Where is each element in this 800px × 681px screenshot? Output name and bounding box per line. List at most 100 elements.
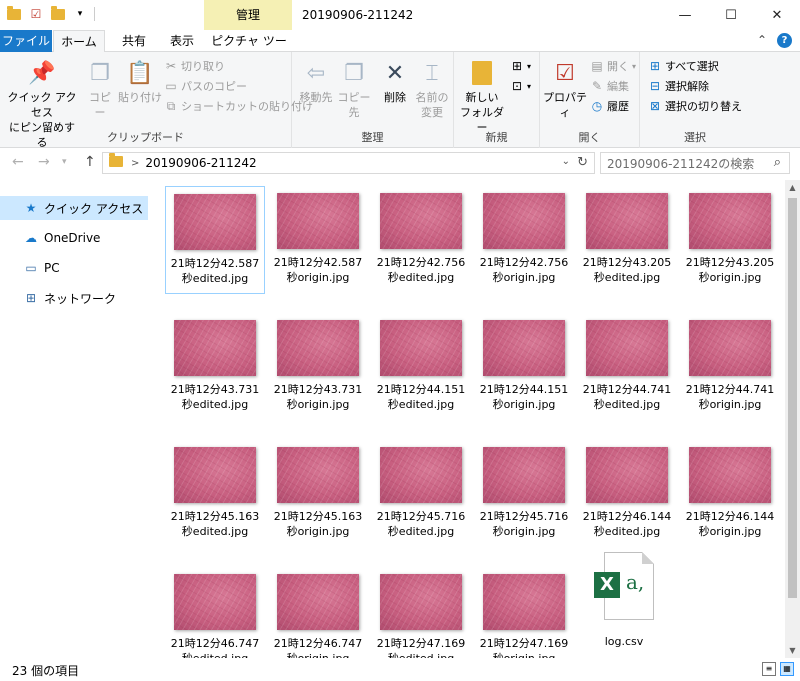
cut-button[interactable]: ✂ 切り取り: [164, 57, 225, 76]
search-input[interactable]: 20190906-211242の検索 ⌕: [600, 152, 790, 174]
search-icon[interactable]: ⌕: [774, 155, 781, 170]
file-item[interactable]: 21時12分47.169秒edited.jpg: [371, 567, 471, 658]
large-icons-view-icon[interactable]: ▦: [780, 662, 794, 676]
file-name-line: 21時12分47.169: [479, 637, 569, 650]
customize-dropdown-icon[interactable]: ▾: [72, 6, 88, 22]
refresh-icon[interactable]: ↻: [577, 155, 588, 170]
scrollbar-thumb[interactable]: [788, 198, 797, 598]
file-item[interactable]: 21時12分43.731 秒edited.jpg: [165, 313, 265, 421]
nav-item-network[interactable]: ⊞ ネットワーク: [0, 286, 148, 310]
properties-button[interactable]: ☑ プロパティ: [542, 58, 588, 120]
file-item[interactable]: 21時12分45.163 秒edited.jpg: [165, 440, 265, 548]
file-item[interactable]: 21時12分42.587 秒edited.jpg: [165, 186, 265, 294]
easy-access-button[interactable]: ⊡ ▾: [510, 77, 531, 96]
file-item[interactable]: 21時12分46.144 秒origin.jpg: [680, 440, 780, 548]
properties-check-icon[interactable]: ☑: [28, 6, 44, 22]
minimize-button[interactable]: —: [662, 0, 708, 30]
invert-selection-icon: ⊠: [649, 99, 661, 113]
file-name-line: 21時12分44.151: [479, 383, 569, 396]
copy-path-button[interactable]: ▭ パスのコピー: [164, 77, 247, 96]
file-item[interactable]: 21時12分44.741 秒origin.jpg: [680, 313, 780, 421]
computer-icon: ▭: [25, 261, 37, 275]
select-all-label: すべて選択: [665, 60, 719, 73]
file-item[interactable]: 21時12分42.587 秒origin.jpg: [268, 186, 368, 294]
file-item[interactable]: 21時12分45.716 秒edited.jpg: [371, 440, 471, 548]
file-name: 21時12分46.144 秒origin.jpg: [680, 509, 780, 539]
chevron-right-icon[interactable]: >: [131, 158, 139, 169]
chevron-down-icon[interactable]: ⌄: [562, 156, 570, 167]
file-item[interactable]: 21時12分47.169秒origin.jpg: [474, 567, 574, 658]
paste-shortcut-button[interactable]: ⧉ ショートカットの貼り付け: [164, 97, 313, 116]
rename-button[interactable]: ⌶ 名前の 変更: [414, 58, 450, 120]
maximize-button[interactable]: ☐: [708, 0, 754, 30]
new-item-button[interactable]: ⊞ ▾: [510, 57, 531, 76]
file-item[interactable]: 21時12分46.144 秒edited.jpg: [577, 440, 677, 548]
image-thumbnail: [380, 447, 462, 503]
delete-button[interactable]: ✕ 削除: [378, 58, 412, 105]
scroll-up-icon[interactable]: ▲: [785, 180, 800, 195]
up-arrow-icon[interactable]: ↑: [84, 154, 96, 170]
paste-button[interactable]: 📋 貼り付け: [118, 58, 162, 105]
open-button[interactable]: ▤ 開く ▾: [590, 57, 636, 76]
image-thumbnail: [277, 193, 359, 249]
file-item[interactable]: 21時12分43.205 秒origin.jpg: [680, 186, 780, 294]
tab-picture-tools[interactable]: ピクチャ ツール: [206, 30, 292, 70]
file-name-line: 21時12分45.163: [170, 510, 260, 523]
help-icon[interactable]: ?: [777, 33, 792, 48]
tab-share[interactable]: 共有: [112, 30, 156, 52]
edit-button[interactable]: ✎ 編集: [590, 77, 629, 96]
move-to-button[interactable]: ⇦ 移動先: [296, 58, 336, 105]
file-item[interactable]: 21時12分44.151 秒origin.jpg: [474, 313, 574, 421]
file-name-line: 21時12分46.747: [170, 637, 260, 650]
recent-dropdown-icon[interactable]: ▾: [62, 157, 67, 167]
file-name: 21時12分42.756 秒origin.jpg: [474, 255, 574, 285]
tab-file[interactable]: ファイル: [0, 30, 52, 52]
file-item[interactable]: 21時12分46.747秒edited.jpg: [165, 567, 265, 658]
window-title: 20190906-211242: [302, 8, 414, 22]
chevron-up-icon[interactable]: ⌃: [757, 33, 767, 48]
file-item[interactable]: 21時12分43.205 秒edited.jpg: [577, 186, 677, 294]
nav-item-quick-access[interactable]: ★ クイック アクセス: [0, 196, 148, 220]
file-name-line: 秒origin.jpg: [492, 525, 556, 538]
file-item[interactable]: 21時12分44.741 秒edited.jpg: [577, 313, 677, 421]
file-name: 21時12分47.169秒edited.jpg: [371, 636, 471, 658]
file-item[interactable]: 21時12分42.756 秒edited.jpg: [371, 186, 471, 294]
nav-item-onedrive[interactable]: ☁ OneDrive: [0, 226, 148, 250]
file-item[interactable]: 21時12分45.716 秒origin.jpg: [474, 440, 574, 548]
file-name-line: 秒origin.jpg: [270, 651, 366, 658]
select-none-button[interactable]: ⊟ 選択解除: [648, 77, 709, 96]
file-item[interactable]: 21時12分46.747秒origin.jpg: [268, 567, 368, 658]
image-thumbnail: [483, 574, 565, 630]
new-folder-icon[interactable]: [50, 5, 66, 22]
file-name-line: 秒origin.jpg: [286, 525, 350, 538]
vertical-scrollbar[interactable]: ▲ ▼: [785, 180, 800, 658]
file-name-line: 秒origin.jpg: [286, 398, 350, 411]
address-bar[interactable]: > 20190906-211242 ⌄ ↻: [102, 152, 595, 174]
history-button[interactable]: ◷ 履歴: [590, 97, 629, 116]
invert-selection-button[interactable]: ⊠ 選択の切り替え: [648, 97, 742, 116]
file-item[interactable]: 21時12分43.731 秒origin.jpg: [268, 313, 368, 421]
select-all-button[interactable]: ⊞ すべて選択: [648, 57, 719, 76]
new-folder-button[interactable]: 新しい フォルダー: [458, 58, 506, 135]
select-none-icon: ⊟: [649, 79, 661, 93]
tab-view[interactable]: 表示: [160, 30, 204, 52]
path-icon: ▭: [165, 79, 177, 93]
forward-arrow-icon[interactable]: →: [38, 154, 50, 170]
shortcut-icon: ⧉: [166, 99, 176, 113]
scroll-down-icon[interactable]: ▼: [785, 643, 800, 658]
file-item-log-csv[interactable]: X a, log.csv: [574, 550, 674, 658]
details-view-icon[interactable]: ≡: [762, 662, 776, 676]
file-item[interactable]: 21時12分44.151 秒edited.jpg: [371, 313, 471, 421]
back-arrow-icon[interactable]: ←: [12, 154, 24, 170]
close-button[interactable]: ✕: [754, 0, 800, 30]
group-open: ☑ プロパティ ▤ 開く ▾ ✎ 編集 ◷ 履歴 開く: [540, 52, 640, 148]
tab-home[interactable]: ホーム: [53, 30, 105, 53]
nav-item-pc[interactable]: ▭ PC: [0, 256, 148, 280]
copy-to-button[interactable]: ❐ コピー先: [334, 58, 374, 120]
file-name: 21時12分43.731 秒origin.jpg: [268, 382, 368, 412]
copy-button[interactable]: ❐ コピー: [84, 58, 116, 120]
file-item[interactable]: 21時12分42.756 秒origin.jpg: [474, 186, 574, 294]
file-item[interactable]: 21時12分45.163 秒origin.jpg: [268, 440, 368, 548]
file-name-line: 21時12分42.587: [273, 256, 363, 269]
group-new: 新しい フォルダー ⊞ ▾ ⊡ ▾ 新規: [454, 52, 540, 148]
